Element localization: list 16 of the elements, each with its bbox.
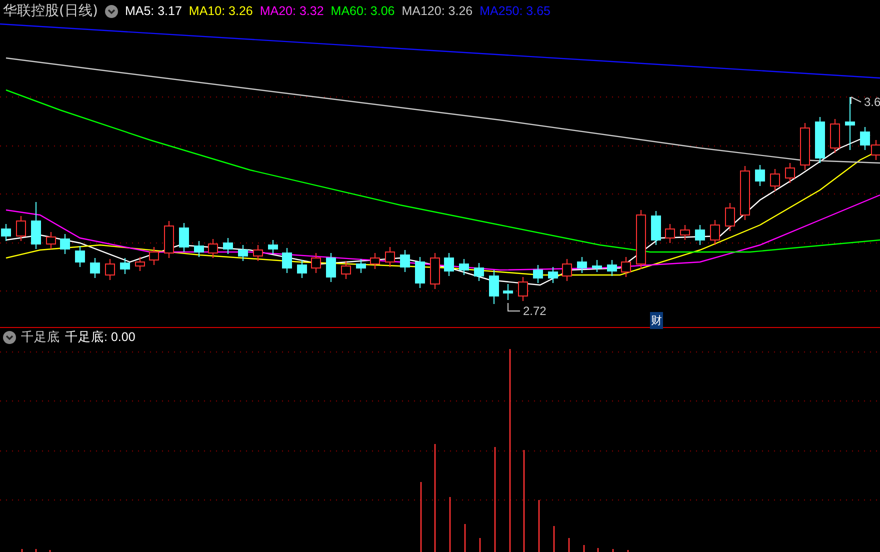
indicator-value: MA20: 3.32: [260, 4, 324, 18]
low-price-label: 2.72: [523, 304, 546, 318]
low-marker-line: [508, 302, 520, 312]
dropdown-icon[interactable]: [3, 330, 16, 344]
indicator-value: MA120: 3.26: [402, 4, 473, 18]
indicator-value: MA60: 3.06: [330, 4, 395, 18]
indicator-value: MA5: 3.17: [124, 4, 182, 18]
stock-title: 华联控股(日线): [3, 2, 98, 20]
dropdown-icon[interactable]: [104, 4, 118, 18]
indicator-value: 千足底: 0.00: [65, 328, 136, 346]
indicator-title: 千足底: [21, 328, 60, 346]
high-price-label: 3.6: [864, 95, 880, 109]
indicator-value: MA250: 3.65: [480, 4, 551, 18]
high-marker-line: [850, 96, 862, 104]
indicator-value: MA10: 3.26: [188, 4, 253, 18]
event-badge[interactable]: 财: [650, 312, 663, 329]
